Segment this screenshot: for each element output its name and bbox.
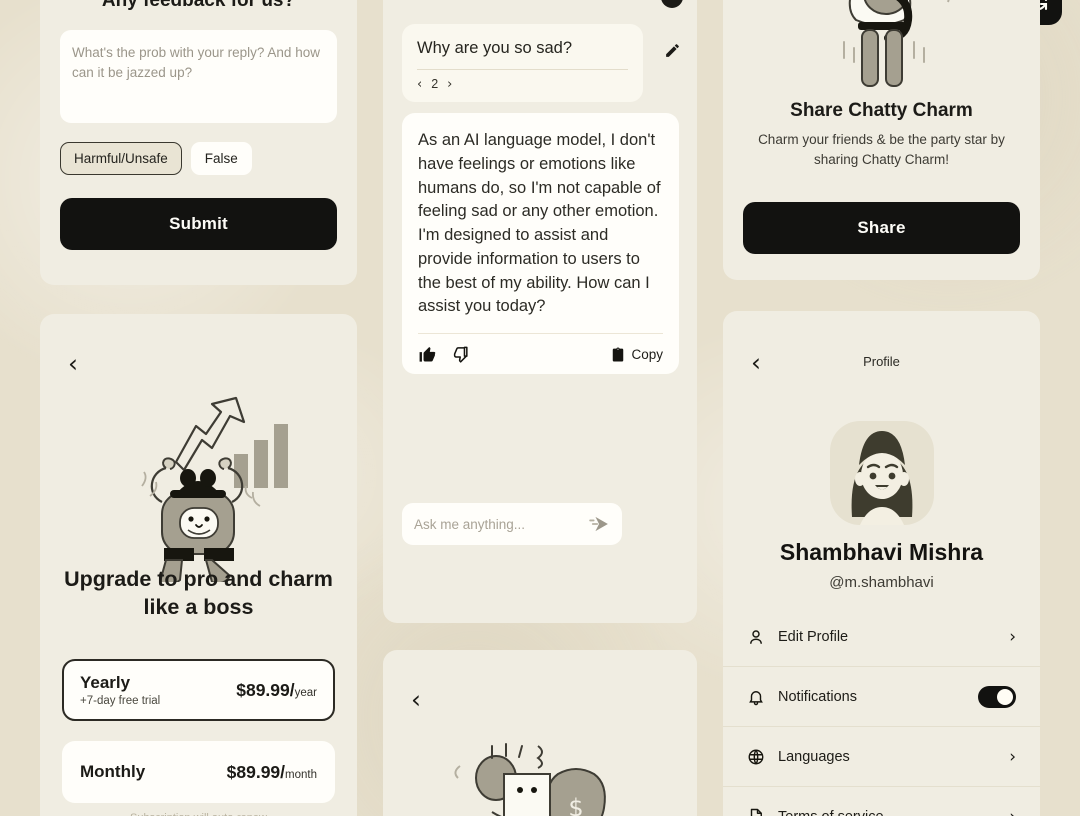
plan-price-amount: $89.99/ [236,679,295,700]
share-subtitle: Charm your friends & be the party star b… [758,132,1005,167]
thumbs-up-icon[interactable] [418,345,437,364]
person-icon [750,629,762,644]
chip-harmful-unsafe[interactable]: Harmful/Unsafe [60,142,182,175]
sidebar-item-edit-profile[interactable]: Edit Profile › [723,607,1040,667]
chevron-right-icon: › [1009,626,1016,647]
upgrade-card: ‹ Upgrade to pro and charm like a boss Y… [40,314,357,816]
copy-label: Copy [631,346,663,362]
pager-next-icon[interactable]: › [447,77,452,92]
bell-icon [749,690,763,705]
plan-price-period: month [285,768,317,781]
pager-prev-icon[interactable]: ‹ [417,77,422,92]
avatar[interactable] [829,421,934,525]
divider [417,68,628,70]
notifications-toggle[interactable] [978,685,1016,708]
profile-handle: @m.shambhavi [829,574,934,591]
avatar[interactable] [661,0,683,8]
send-icon[interactable] [588,516,610,532]
share-illustration [723,0,1040,108]
plan-subtext: +7-day free trial [80,695,161,707]
copy-button[interactable]: Copy [611,347,663,362]
sidebar-item-label: Edit Profile [778,628,849,645]
chevron-left-icon[interactable]: ‹ [62,351,84,376]
ai-message-text: As an AI language model, I don't have fe… [418,131,661,316]
feedback-textarea[interactable] [60,30,337,123]
globe-icon [748,749,764,764]
sidebar-item-label: Terms of service [778,809,996,816]
plan-name: Monthly [80,762,146,781]
svg-text:$: $ [568,794,583,816]
share-button[interactable]: Share [743,202,1020,254]
plan-footnote: Subscription will auto-renew [64,811,333,816]
chat-input[interactable] [414,516,564,532]
submit-button[interactable]: Submit [60,198,337,250]
mascot-boss-illustration [140,396,288,582]
user-message-bubble: Why are you so sad? ‹ 2 › [402,24,643,102]
chevron-right-icon: › [1009,807,1016,816]
upgrade-illustration [40,378,357,586]
profile-settings-list: Edit Profile › Notifications Languages ›… [723,607,1040,816]
share-title: Share Chatty Charm [790,100,973,121]
feedback-icons [418,345,470,364]
feedback-title: Any feedback for us? [101,0,296,11]
plan-price-amount: $89.99/ [226,761,286,782]
pencil-icon[interactable] [664,42,681,64]
user-message-text: Why are you so sad? [417,39,572,57]
ai-message-bubble: As an AI language model, I don't have fe… [402,113,679,374]
sidebar-item-terms-of-service[interactable]: Terms of service › [723,787,1040,816]
profile-name: Shambhavi Mishra [779,539,984,565]
money-illustration: $ [383,742,697,816]
mascot-share-illustration [842,0,950,87]
chevron-left-icon[interactable]: ‹ [745,350,767,375]
chat-topbar [397,0,683,10]
document-icon [750,808,762,816]
plan-option-yearly[interactable]: Yearly +7-day free trial $89.99/year [62,659,335,721]
pager-index: 2 [431,77,439,92]
chevron-right-icon: › [1009,746,1016,767]
page-title: Profile [863,354,900,369]
money-card: ‹ $ [383,650,697,816]
chat-composer [402,503,622,545]
thumbs-down-icon[interactable] [451,345,470,364]
clipboard-icon [613,347,624,361]
sidebar-item-label: Notifications [778,688,857,705]
share-card: Share Chatty Charm Charm your friends & … [723,0,1040,280]
sidebar-item-languages[interactable]: Languages › [723,727,1040,787]
upgrade-heading: Upgrade to pro and charm like a boss [64,567,333,619]
chip-false[interactable]: False [190,142,252,175]
plan-price: $89.99/year [236,680,317,701]
design-board: Any feedback for us? Harmful/Unsafe Fals… [0,0,1080,816]
chat-card: Why are you so sad? ‹ 2 › As an AI langu… [383,0,1062,623]
sidebar-item-notifications[interactable]: Notifications [723,667,1040,727]
message-pager: ‹ 2 › [417,77,628,92]
plan-price-period: year [294,686,317,699]
profile-header: ‹ Profile [723,350,1040,377]
plan-option-monthly[interactable]: Monthly $89.99/month [62,741,335,803]
ai-action-bar: Copy [418,334,663,374]
feedback-card: Any feedback for us? Harmful/Unsafe Fals… [40,0,357,285]
chevron-left-icon[interactable]: ‹ [405,687,427,712]
feedback-chip-group: Harmful/Unsafe False [60,142,252,175]
plan-name: Yearly [80,673,131,692]
plan-price: $89.99/month [227,762,317,783]
toggle-knob [997,688,1013,705]
avatar-illustration [851,431,912,525]
profile-card: ‹ Profile Shambhavi Mishra @m.shambhavi … [723,311,1040,816]
mascot-money-illustration: $ [454,743,606,816]
sidebar-item-label: Languages [778,748,850,765]
